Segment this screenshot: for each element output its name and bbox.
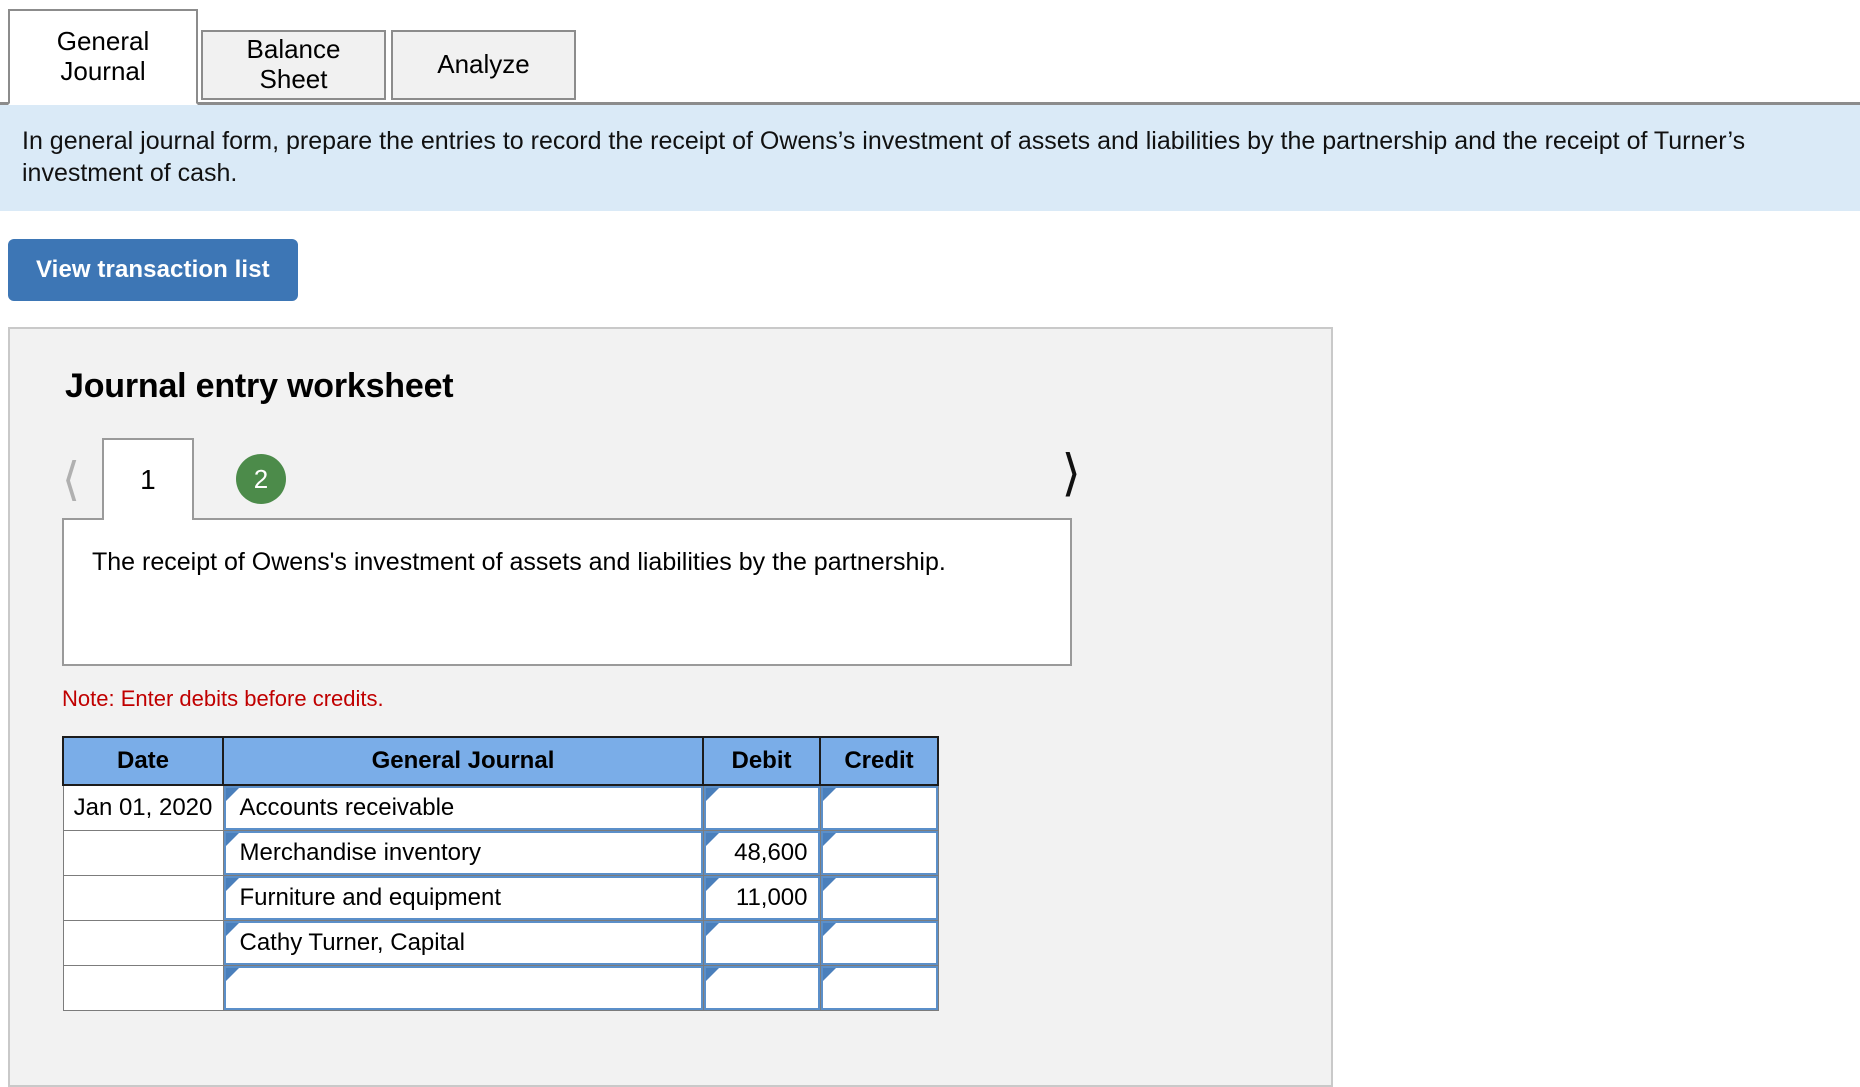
- credit-cell[interactable]: [819, 830, 939, 876]
- tab-balance-sheet[interactable]: Balance Sheet: [201, 30, 386, 100]
- account-value: Cathy Turner, Capital: [239, 929, 465, 956]
- debit-input: 11,000: [703, 876, 820, 920]
- account-input: Cathy Turner, Capital: [223, 921, 703, 965]
- column-header-date: Date: [62, 736, 224, 786]
- account-cell[interactable]: Accounts receivable: [222, 784, 704, 831]
- tab-analyze[interactable]: Analyze: [391, 30, 576, 100]
- credit-input: [820, 786, 938, 830]
- debit-cell[interactable]: 11,000: [702, 875, 821, 921]
- table-row: Merchandise inventory 48,600: [62, 830, 939, 876]
- tab-analyze-label: Analyze: [437, 49, 530, 80]
- debit-cell[interactable]: [702, 920, 821, 966]
- debit-cell[interactable]: [702, 784, 821, 831]
- credit-input: [820, 831, 938, 875]
- credit-input: [821, 966, 937, 1010]
- account-cell[interactable]: Cathy Turner, Capital: [222, 920, 704, 966]
- account-input: [224, 966, 702, 1010]
- debit-cell[interactable]: [702, 965, 821, 1011]
- page-tab-1-label: 1: [140, 464, 156, 495]
- column-header-general-journal: General Journal: [222, 736, 704, 786]
- date-cell[interactable]: [62, 965, 224, 1011]
- credit-cell[interactable]: [819, 965, 939, 1011]
- journal-entry-table: Date General Journal Debit Credit Jan 01…: [62, 736, 939, 1011]
- journal-table-container: Date General Journal Debit Credit Jan 01…: [62, 736, 939, 1011]
- account-cell[interactable]: [222, 965, 704, 1011]
- account-value: Merchandise inventory: [239, 839, 481, 866]
- date-cell[interactable]: [62, 920, 224, 966]
- debit-input: [703, 921, 820, 965]
- column-header-credit: Credit: [819, 736, 939, 786]
- entry-description-text: The receipt of Owens's investment of ass…: [92, 548, 946, 576]
- worksheet-title: Journal entry worksheet: [65, 367, 454, 405]
- credit-cell[interactable]: [819, 784, 939, 831]
- date-cell[interactable]: [62, 830, 224, 876]
- date-cell[interactable]: [62, 875, 224, 921]
- debit-cell[interactable]: 48,600: [702, 830, 821, 876]
- instruction-banner: In general journal form, prepare the ent…: [0, 105, 1860, 211]
- debit-input: 48,600: [703, 831, 820, 875]
- table-row: Furniture and equipment 11,000: [62, 875, 939, 921]
- chevron-right-icon[interactable]: ⟩: [1061, 448, 1081, 498]
- main-tab-bar: General Journal Balance Sheet Analyze: [0, 0, 1860, 105]
- table-row: [62, 965, 939, 1011]
- journal-entry-worksheet-panel: Journal entry worksheet ⟨ 1 2 ⟩ The rece…: [8, 327, 1333, 1087]
- account-input: Furniture and equipment: [223, 876, 703, 920]
- debit-value: 48,600: [734, 839, 808, 866]
- date-cell[interactable]: Jan 01, 2020: [62, 784, 224, 831]
- toolbar: View transaction list: [0, 211, 1860, 301]
- tab-balance-sheet-label: Balance Sheet: [246, 34, 341, 94]
- account-input: Accounts receivable: [223, 786, 703, 830]
- credit-cell[interactable]: [819, 920, 939, 966]
- chevron-left-icon[interactable]: ⟨: [62, 456, 80, 502]
- account-input: Merchandise inventory: [223, 831, 703, 875]
- credit-cell[interactable]: [819, 875, 939, 921]
- debit-input: [704, 966, 819, 1010]
- worksheet-pager: ⟨ 1 2 ⟩: [10, 438, 1331, 520]
- instruction-text: In general journal form, prepare the ent…: [22, 127, 1746, 187]
- account-cell[interactable]: Merchandise inventory: [222, 830, 704, 876]
- table-row: Cathy Turner, Capital: [62, 920, 939, 966]
- debit-input: [703, 786, 820, 830]
- credit-input: [820, 921, 938, 965]
- debit-value: 11,000: [735, 884, 808, 911]
- page-badge-2-label: 2: [253, 463, 269, 494]
- tab-general-journal-label-line2: Journal: [60, 56, 146, 86]
- tab-general-journal[interactable]: General Journal: [8, 9, 198, 105]
- tab-general-journal-label-line1: General: [56, 26, 150, 57]
- page-tab-1[interactable]: 1: [101, 438, 194, 520]
- debits-before-credits-note: Note: Enter debits before credits.: [62, 686, 384, 711]
- entry-description-box: The receipt of Owens's investment of ass…: [62, 518, 1072, 666]
- account-cell[interactable]: Furniture and equipment: [222, 875, 704, 921]
- view-transaction-list-button[interactable]: View transaction list: [8, 239, 298, 301]
- column-header-debit: Debit: [702, 736, 821, 786]
- table-header-row: Date General Journal Debit Credit: [62, 736, 939, 786]
- account-value: Furniture and equipment: [239, 884, 502, 911]
- table-row: Jan 01, 2020 Accounts receivable: [62, 784, 939, 831]
- page-badge-2[interactable]: 2: [235, 454, 286, 504]
- account-value: Accounts receivable: [239, 794, 455, 821]
- credit-input: [820, 876, 938, 920]
